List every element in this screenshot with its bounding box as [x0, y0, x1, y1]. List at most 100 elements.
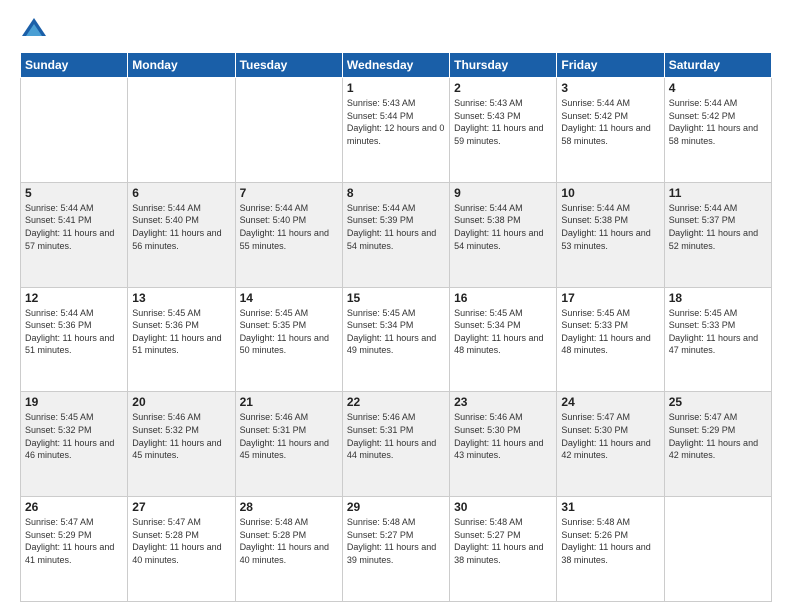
calendar-page: SundayMondayTuesdayWednesdayThursdayFrid…	[0, 0, 792, 612]
day-number: 26	[25, 500, 123, 514]
day-info: Sunrise: 5:45 AMSunset: 5:33 PMDaylight:…	[669, 307, 767, 357]
day-info: Sunrise: 5:48 AMSunset: 5:27 PMDaylight:…	[454, 516, 552, 566]
day-info: Sunrise: 5:44 AMSunset: 5:42 PMDaylight:…	[561, 97, 659, 147]
day-info: Sunrise: 5:46 AMSunset: 5:32 PMDaylight:…	[132, 411, 230, 461]
calendar-cell: 17 Sunrise: 5:45 AMSunset: 5:33 PMDayligh…	[557, 287, 664, 392]
day-info: Sunrise: 5:45 AMSunset: 5:35 PMDaylight:…	[240, 307, 338, 357]
day-number: 6	[132, 186, 230, 200]
day-info: Sunrise: 5:45 AMSunset: 5:36 PMDaylight:…	[132, 307, 230, 357]
day-number: 11	[669, 186, 767, 200]
day-number: 28	[240, 500, 338, 514]
day-info: Sunrise: 5:48 AMSunset: 5:26 PMDaylight:…	[561, 516, 659, 566]
calendar-cell	[235, 78, 342, 183]
day-info: Sunrise: 5:46 AMSunset: 5:31 PMDaylight:…	[347, 411, 445, 461]
day-number: 23	[454, 395, 552, 409]
day-info: Sunrise: 5:45 AMSunset: 5:32 PMDaylight:…	[25, 411, 123, 461]
weekday-header: Sunday	[21, 53, 128, 78]
day-number: 27	[132, 500, 230, 514]
day-number: 22	[347, 395, 445, 409]
day-number: 31	[561, 500, 659, 514]
day-number: 17	[561, 291, 659, 305]
day-number: 9	[454, 186, 552, 200]
calendar-cell: 1Sunrise: 5:43 AMSunset: 5:44 PMDaylight…	[342, 78, 449, 183]
calendar-cell: 14 Sunrise: 5:45 AMSunset: 5:35 PMDayligh…	[235, 287, 342, 392]
logo	[20, 16, 52, 44]
weekday-header: Tuesday	[235, 53, 342, 78]
calendar-cell: 21 Sunrise: 5:46 AMSunset: 5:31 PMDayligh…	[235, 392, 342, 497]
calendar-cell	[128, 78, 235, 183]
calendar-week-row: 19Sunrise: 5:45 AMSunset: 5:32 PMDayligh…	[21, 392, 772, 497]
calendar-cell: 23 Sunrise: 5:46 AMSunset: 5:30 PMDayligh…	[450, 392, 557, 497]
calendar-cell: 27 Sunrise: 5:47 AMSunset: 5:28 PMDayligh…	[128, 497, 235, 602]
weekday-header-row: SundayMondayTuesdayWednesdayThursdayFrid…	[21, 53, 772, 78]
calendar-cell: 20 Sunrise: 5:46 AMSunset: 5:32 PMDayligh…	[128, 392, 235, 497]
calendar-cell	[664, 497, 771, 602]
day-number: 24	[561, 395, 659, 409]
calendar-cell	[21, 78, 128, 183]
day-number: 2	[454, 81, 552, 95]
day-number: 30	[454, 500, 552, 514]
calendar-cell: 29Sunrise: 5:48 AMSunset: 5:27 PMDayligh…	[342, 497, 449, 602]
calendar-cell: 26 Sunrise: 5:47 AMSunset: 5:29 PMDayligh…	[21, 497, 128, 602]
weekday-header: Friday	[557, 53, 664, 78]
day-info: Sunrise: 5:44 AMSunset: 5:40 PMDaylight:…	[132, 202, 230, 252]
day-number: 16	[454, 291, 552, 305]
weekday-header: Monday	[128, 53, 235, 78]
calendar-cell: 18 Sunrise: 5:45 AMSunset: 5:33 PMDayligh…	[664, 287, 771, 392]
page-header	[20, 16, 772, 44]
day-number: 13	[132, 291, 230, 305]
calendar-cell: 6 Sunrise: 5:44 AMSunset: 5:40 PMDaylight…	[128, 182, 235, 287]
calendar-cell: 5 Sunrise: 5:44 AMSunset: 5:41 PMDaylight…	[21, 182, 128, 287]
day-info: Sunrise: 5:43 AMSunset: 5:43 PMDaylight:…	[454, 97, 552, 147]
day-info: Sunrise: 5:44 AMSunset: 5:36 PMDaylight:…	[25, 307, 123, 357]
weekday-header: Thursday	[450, 53, 557, 78]
day-info: Sunrise: 5:47 AMSunset: 5:29 PMDaylight:…	[25, 516, 123, 566]
calendar-cell: 25 Sunrise: 5:47 AMSunset: 5:29 PMDayligh…	[664, 392, 771, 497]
calendar-cell: 24 Sunrise: 5:47 AMSunset: 5:30 PMDayligh…	[557, 392, 664, 497]
day-info: Sunrise: 5:47 AMSunset: 5:30 PMDaylight:…	[561, 411, 659, 461]
calendar-week-row: 1Sunrise: 5:43 AMSunset: 5:44 PMDaylight…	[21, 78, 772, 183]
calendar-cell: 22 Sunrise: 5:46 AMSunset: 5:31 PMDayligh…	[342, 392, 449, 497]
day-number: 8	[347, 186, 445, 200]
day-info: Sunrise: 5:45 AMSunset: 5:34 PMDaylight:…	[347, 307, 445, 357]
calendar-week-row: 12 Sunrise: 5:44 AMSunset: 5:36 PMDayligh…	[21, 287, 772, 392]
day-info: Sunrise: 5:44 AMSunset: 5:38 PMDaylight:…	[561, 202, 659, 252]
calendar-cell: 2 Sunrise: 5:43 AMSunset: 5:43 PMDaylight…	[450, 78, 557, 183]
day-info: Sunrise: 5:48 AMSunset: 5:27 PMDaylight:…	[347, 516, 445, 566]
day-info: Sunrise: 5:47 AMSunset: 5:28 PMDaylight:…	[132, 516, 230, 566]
day-number: 15	[347, 291, 445, 305]
day-number: 21	[240, 395, 338, 409]
calendar-cell: 16 Sunrise: 5:45 AMSunset: 5:34 PMDayligh…	[450, 287, 557, 392]
day-number: 18	[669, 291, 767, 305]
calendar-cell: 28 Sunrise: 5:48 AMSunset: 5:28 PMDayligh…	[235, 497, 342, 602]
weekday-header: Saturday	[664, 53, 771, 78]
day-number: 25	[669, 395, 767, 409]
calendar-cell: 31 Sunrise: 5:48 AMSunset: 5:26 PMDayligh…	[557, 497, 664, 602]
day-info: Sunrise: 5:45 AMSunset: 5:34 PMDaylight:…	[454, 307, 552, 357]
day-info: Sunrise: 5:44 AMSunset: 5:40 PMDaylight:…	[240, 202, 338, 252]
calendar-week-row: 5 Sunrise: 5:44 AMSunset: 5:41 PMDaylight…	[21, 182, 772, 287]
day-info: Sunrise: 5:44 AMSunset: 5:42 PMDaylight:…	[669, 97, 767, 147]
day-info: Sunrise: 5:44 AMSunset: 5:41 PMDaylight:…	[25, 202, 123, 252]
day-info: Sunrise: 5:47 AMSunset: 5:29 PMDaylight:…	[669, 411, 767, 461]
day-info: Sunrise: 5:46 AMSunset: 5:30 PMDaylight:…	[454, 411, 552, 461]
weekday-header: Wednesday	[342, 53, 449, 78]
day-number: 12	[25, 291, 123, 305]
day-number: 14	[240, 291, 338, 305]
day-info: Sunrise: 5:46 AMSunset: 5:31 PMDaylight:…	[240, 411, 338, 461]
day-number: 20	[132, 395, 230, 409]
day-info: Sunrise: 5:45 AMSunset: 5:33 PMDaylight:…	[561, 307, 659, 357]
day-info: Sunrise: 5:48 AMSunset: 5:28 PMDaylight:…	[240, 516, 338, 566]
calendar-cell: 4 Sunrise: 5:44 AMSunset: 5:42 PMDaylight…	[664, 78, 771, 183]
day-number: 4	[669, 81, 767, 95]
calendar-cell: 12 Sunrise: 5:44 AMSunset: 5:36 PMDayligh…	[21, 287, 128, 392]
day-info: Sunrise: 5:44 AMSunset: 5:37 PMDaylight:…	[669, 202, 767, 252]
day-info: Sunrise: 5:44 AMSunset: 5:38 PMDaylight:…	[454, 202, 552, 252]
calendar-cell: 19Sunrise: 5:45 AMSunset: 5:32 PMDayligh…	[21, 392, 128, 497]
day-number: 5	[25, 186, 123, 200]
day-number: 10	[561, 186, 659, 200]
logo-icon	[20, 16, 48, 44]
day-info: Sunrise: 5:43 AMSunset: 5:44 PMDaylight:…	[347, 97, 445, 147]
calendar-cell: 13 Sunrise: 5:45 AMSunset: 5:36 PMDayligh…	[128, 287, 235, 392]
calendar-week-row: 26 Sunrise: 5:47 AMSunset: 5:29 PMDayligh…	[21, 497, 772, 602]
